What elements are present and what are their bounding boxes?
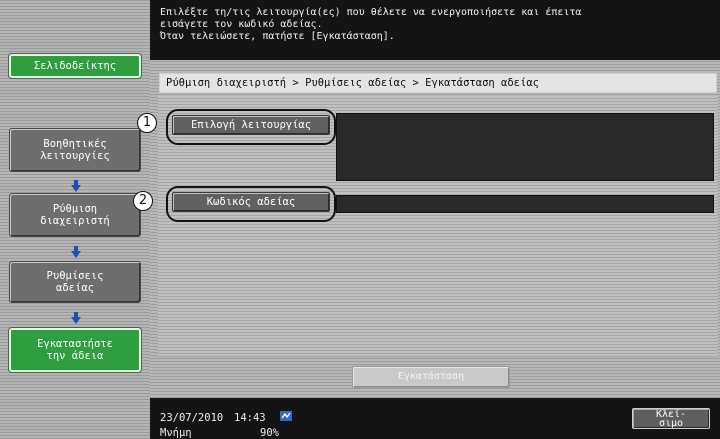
step-license-settings-label: Ρυθμίσεις αδείας: [46, 270, 104, 294]
license-code-button[interactable]: Κωδικός αδείας: [172, 192, 330, 212]
install-button[interactable]: Εγκατάσταση: [352, 366, 510, 388]
memory-value: 90%: [260, 427, 279, 439]
step-utility-button[interactable]: Βοηθητικές λειτουργίες: [9, 128, 141, 172]
breadcrumb: Ρύθμιση διαχειριστή > Ρυθμίσεις αδείας >…: [159, 73, 717, 93]
close-button[interactable]: Κλεί-σιμο: [632, 408, 710, 429]
arrow-down-icon: [71, 180, 81, 192]
step-utility-label: Βοηθητικές λειτουργίες: [40, 138, 110, 162]
step-install-license-label: Εγκαταστήστε την άδεια: [37, 338, 113, 362]
status-date: 23/07/2010: [160, 412, 224, 424]
function-select-button[interactable]: Επιλογή λειτουργίας: [172, 115, 330, 135]
callout-number-1: 1: [137, 113, 157, 133]
step-install-license-button[interactable]: Εγκαταστήστε την άδεια: [9, 328, 141, 372]
step-admin-settings-label: Ρύθμιση διαχειριστή: [40, 203, 110, 227]
message-line-2: εισάγετε τον κωδικό αδείας.: [160, 19, 323, 30]
function-list-field: [336, 113, 714, 181]
close-label-line2: σιμο: [658, 418, 684, 429]
step-license-settings-button[interactable]: Ρυθμίσεις αδείας: [9, 261, 141, 303]
memory-label: Μνήμη: [160, 427, 192, 439]
main-panel: Ρύθμιση διαχειριστή > Ρυθμίσεις αδείας >…: [150, 60, 720, 398]
bookmark-button[interactable]: Σελιδοδείκτης: [9, 54, 141, 78]
arrow-down-icon: [71, 312, 81, 324]
step-admin-settings-button[interactable]: Ρύθμιση διαχειριστή: [9, 193, 141, 237]
license-code-field: [336, 195, 714, 213]
license-input-area: Επιλογή λειτουργίας Κωδικός αδείας: [158, 96, 718, 357]
status-time: 14:43: [234, 412, 266, 424]
left-sidebar: Σελιδοδείκτης Βοηθητικές λειτουργίες Ρύθμ…: [0, 0, 150, 439]
callout-number-2: 2: [133, 191, 153, 211]
status-bar: 23/07/2010 14:43 Μνήμη 90% Κλεί-σιμο: [150, 398, 720, 439]
instruction-message: Επιλέξτε τη/τις λειτουργία(ες) που θέλετ…: [150, 0, 720, 60]
message-line-1: Επιλέξτε τη/τις λειτουργία(ες) που θέλετ…: [160, 7, 582, 18]
arrow-down-icon: [71, 246, 81, 258]
message-line-3: Όταν τελειώσετε, πατήστε [Εγκατάσταση].: [160, 31, 395, 42]
network-status-icon: [280, 411, 292, 421]
bookmark-label: Σελιδοδείκτης: [33, 60, 117, 72]
